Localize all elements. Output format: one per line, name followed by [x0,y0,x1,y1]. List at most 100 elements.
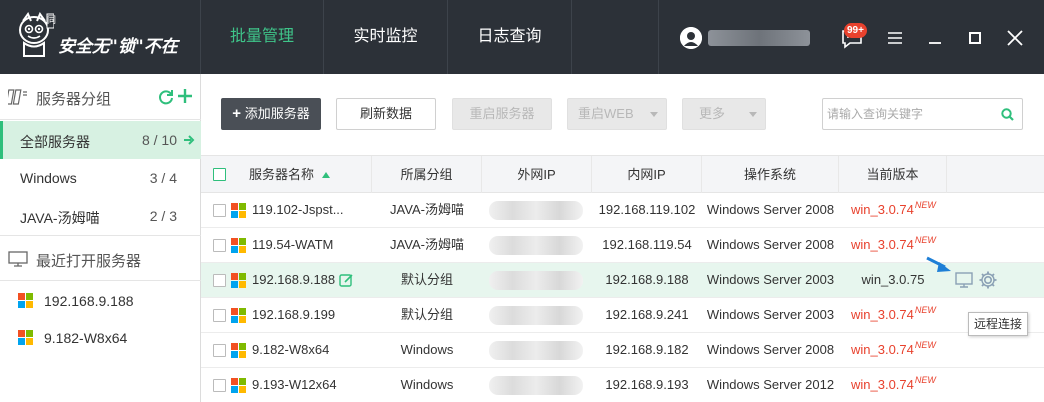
wan-ip-redacted [489,306,583,325]
top-bar: 同 安全无"锁"不在 批量管理 实时监控 日志查询 99+ [0,0,1044,74]
row-checkbox[interactable] [213,344,226,357]
nav-batch-management[interactable]: 批量管理 [200,0,324,74]
minimize-icon[interactable] [923,26,947,50]
caret-down-icon [650,112,658,117]
current-version: win_3.0.74NEW [851,375,936,392]
lan-ip: 192.168.9.188 [605,272,689,287]
sidebar-item-count: 8 / 10 [141,132,177,148]
server-name[interactable]: 9.182-W8x64 [252,333,370,367]
restart-web-label: 重启WEB [578,106,634,121]
new-badge: NEW [914,235,936,245]
windows-logo-icon [231,273,246,288]
select-all-cell [201,156,239,193]
caret-down-icon [749,112,757,117]
arrow-right-icon [184,135,195,145]
server-name[interactable]: 9.193-W12x64 [252,368,370,402]
server-name[interactable]: 192.168.9.199 [252,298,370,332]
edit-icon[interactable] [339,273,354,288]
add-group-icon[interactable] [177,88,193,104]
column-header-lan-ip[interactable]: 内网IP [592,156,702,193]
windows-logo-icon [18,293,33,308]
table-header: 服务器名称 所属分组 外网IP 内网IP 操作系统 当前版本 [201,155,1044,193]
table-row[interactable]: 9.182-W8x64 Windows 192.168.9.182 Windows S… [201,333,1044,368]
pointer-arrow-icon [926,256,951,272]
main-nav: 批量管理 实时监控 日志查询 [200,0,572,74]
monitor-icon [8,251,28,267]
lan-ip: 192.168.9.182 [605,342,689,357]
maximize-icon[interactable] [963,26,987,50]
mascot-badge: 同 [47,15,57,25]
server-group: Windows [400,377,454,392]
recent-server-label: 9.182-W8x64 [44,330,128,346]
row-checkbox[interactable] [213,379,226,392]
sidebar-item-label: 全部服务器 [20,134,90,150]
sidebar-item-windows[interactable]: Windows 3 / 4 [0,159,201,197]
remote-desktop-icon[interactable] [955,271,973,289]
user-avatar-icon[interactable] [680,27,702,49]
nav-realtime-monitor[interactable]: 实时监控 [324,0,448,74]
sidebar: 服务器分组 全部服务器 8 / 10 Windows 3 / 4 JAVA-汤姆… [0,74,201,402]
server-group-title: 服务器分组 [36,91,112,108]
lan-ip: 192.168.9.241 [605,307,689,322]
recent-server-label: 192.168.9.188 [44,293,134,309]
nav-log-query[interactable]: 日志查询 [448,0,572,74]
table-row[interactable]: 119.54-WATM JAVA-汤姆喵 192.168.119.54 Windows… [201,228,1044,263]
column-header-group[interactable]: 所属分组 [372,156,482,193]
operating-system: Windows Server 2003 [706,272,835,287]
table-row[interactable]: 119.102-Jspst... JAVA-汤姆喵 192.168.119.102 W… [201,193,1044,228]
operating-system: Windows Server 2012 [706,377,835,392]
sort-asc-icon [321,172,330,178]
table-row[interactable]: 9.193-W12x64 Windows 192.168.9.193 Windows … [201,368,1044,402]
server-group: JAVA-汤姆喵 [390,237,464,252]
search-box [822,98,1023,130]
close-icon[interactable] [1003,26,1027,50]
settings-gear-icon[interactable] [978,270,998,290]
sidebar-item-java[interactable]: JAVA-汤姆喵 2 / 3 [0,197,201,235]
row-checkbox[interactable] [213,309,226,322]
row-checkbox[interactable] [213,239,226,252]
server-group: 默认分组 [400,307,453,322]
column-header-os[interactable]: 操作系统 [702,156,839,193]
user-name-redacted[interactable] [708,30,810,46]
row-checkbox[interactable] [213,274,226,287]
windows-logo-icon [231,378,246,393]
row-checkbox[interactable] [213,204,226,217]
operating-system: Windows Server 2008 [706,237,835,252]
refresh-groups-icon[interactable] [157,88,175,106]
add-server-button[interactable]: + 添加服务器 [221,98,321,130]
server-name[interactable]: 119.102-Jspst... [252,193,370,227]
sidebar-item-all-servers[interactable]: 全部服务器 8 / 10 [0,121,201,159]
current-version: win_3.0.74NEW [851,200,936,217]
restart-web-dropdown[interactable]: 重启WEB [567,98,667,130]
plus-icon: + [232,105,242,122]
column-header-wan-ip[interactable]: 外网IP [482,156,592,193]
server-group-header: 服务器分组 [0,74,201,120]
new-badge: NEW [914,305,936,315]
windows-logo-icon [231,343,246,358]
server-name[interactable]: 119.54-WATM [252,228,370,262]
current-version: win_3.0.74NEW [851,340,936,357]
column-header-version[interactable]: 当前版本 [839,156,947,193]
select-all-checkbox[interactable] [213,168,226,181]
menu-icon[interactable] [883,26,907,50]
new-badge: NEW [914,375,936,385]
search-icon[interactable] [1001,108,1014,121]
search-input[interactable] [827,105,992,123]
table-row[interactable]: 192.168.9.199 默认分组 192.168.9.241 Windows Se… [201,298,1044,333]
windows-logo-icon [231,238,246,253]
column-header-name[interactable]: 服务器名称 [239,156,372,193]
more-dropdown[interactable]: 更多 [682,98,766,130]
new-badge: NEW [914,340,936,350]
operating-system: Windows Server 2003 [706,307,835,322]
operating-system: Windows Server 2008 [706,342,835,357]
restart-server-button[interactable]: 重启服务器 [452,98,552,130]
sidebar-item-count: 2 / 3 [149,208,177,224]
recent-server-item[interactable]: 9.182-W8x64 [0,320,201,356]
recent-server-item[interactable]: 192.168.9.188 [0,283,201,319]
notification-badge: 99+ [844,23,867,38]
table-row[interactable]: 192.168.9.188 默认分组 192.168.9.188 Windows Se… [201,256,1044,298]
current-version: win_3.0.74NEW [851,305,936,322]
windows-logo-icon [231,308,246,323]
refresh-data-button[interactable]: 刷新数据 [336,98,436,130]
wan-ip-redacted [489,376,583,395]
